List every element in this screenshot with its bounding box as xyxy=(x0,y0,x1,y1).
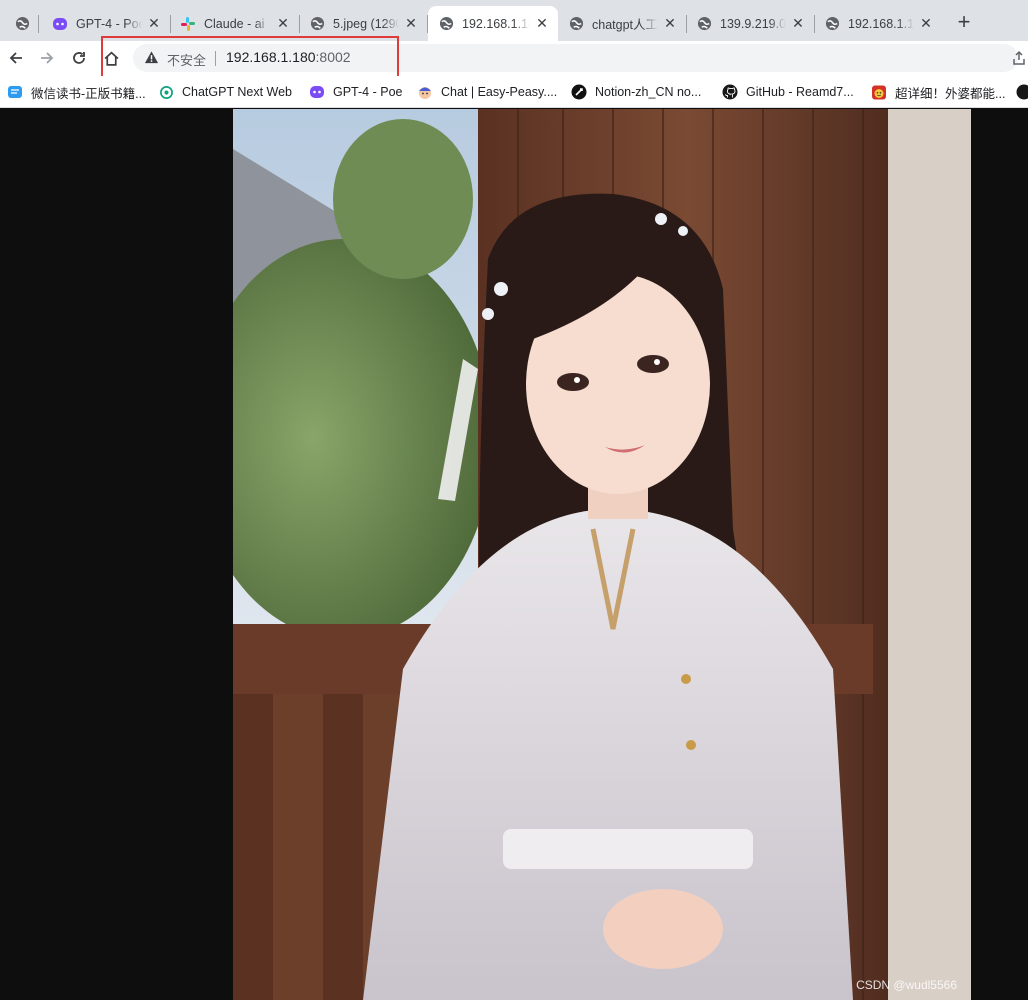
forward-arrow-icon[interactable] xyxy=(34,45,60,71)
poe-icon xyxy=(309,84,325,100)
tab-0[interactable] xyxy=(4,6,39,41)
openai-icon xyxy=(158,84,174,100)
tab-4-active[interactable]: 192.168.1.180 ✕ xyxy=(428,6,558,41)
github-icon xyxy=(1016,84,1028,100)
tab-title: 192.168.1.180 xyxy=(462,16,530,31)
globe-icon xyxy=(824,16,840,32)
globe-icon xyxy=(438,16,454,32)
bookmark-label: Notion-zh_CN no... xyxy=(595,85,702,99)
bookmark-label: 超详细！外婆都能... xyxy=(895,86,1006,101)
bookmark-notion[interactable]: Notion-zh_CN no... xyxy=(571,81,701,103)
easy-peasy-icon xyxy=(417,84,433,100)
close-icon[interactable]: ✕ xyxy=(534,15,550,32)
bookmark-github[interactable]: GitHub - Reamd7... xyxy=(722,81,854,103)
tab-title: 5.jpeg (1290 xyxy=(333,16,399,31)
bookmark-tutorial[interactable]: 超详细！外婆都能... xyxy=(871,81,1005,103)
github-icon xyxy=(722,84,738,100)
tab-5[interactable]: chatgpt人工 ✕ xyxy=(558,6,687,41)
close-icon[interactable]: ✕ xyxy=(662,15,678,32)
watermark: CSDN @wudl5566 xyxy=(856,978,957,992)
close-icon[interactable]: ✕ xyxy=(790,15,806,32)
share-icon[interactable] xyxy=(1011,50,1028,67)
portrait-illustration xyxy=(233,109,971,1000)
tab-strip: GPT-4 - Poe ✕ Claude - ai ✕ 5.jpeg (1290… xyxy=(0,0,1028,41)
globe-icon xyxy=(309,16,325,32)
tab-title: 192.168.1.18 xyxy=(848,16,914,31)
new-tab-plus-icon[interactable]: + xyxy=(951,10,977,36)
tab-title: Claude - ai xyxy=(204,16,265,31)
image-viewer: CSDN @wudl5566 xyxy=(0,109,1028,1000)
weread-icon xyxy=(7,84,23,100)
smiley-icon xyxy=(871,84,887,100)
back-arrow-icon[interactable] xyxy=(3,45,29,71)
bookmark-label: GitHub - Reamd7... xyxy=(746,85,854,99)
globe-icon xyxy=(696,16,712,32)
notion-icon xyxy=(571,84,587,100)
bookmark-gpt4-poe[interactable]: GPT-4 - Poe xyxy=(309,81,402,103)
poe-icon xyxy=(52,16,68,32)
bookmark-weread[interactable]: 微信读书-正版书籍... xyxy=(7,81,146,103)
tab-title: GPT-4 - Poe xyxy=(76,16,142,31)
close-icon[interactable]: ✕ xyxy=(275,15,291,32)
bookmark-label: GPT-4 - Poe xyxy=(333,85,403,99)
tab-7[interactable]: 192.168.1.18 ✕ xyxy=(814,6,942,41)
close-icon[interactable]: ✕ xyxy=(918,15,934,32)
bookmark-label: Chat | Easy-Peasy.... xyxy=(441,85,558,99)
bookmark-chatgpt-next-web[interactable]: ChatGPT Next Web xyxy=(158,81,292,103)
tab-6[interactable]: 139.9.219.0 ✕ xyxy=(686,6,815,41)
red-annotation-box xyxy=(101,36,399,80)
tab-title: 139.9.219.0 xyxy=(720,16,786,31)
close-icon[interactable]: ✕ xyxy=(403,15,419,32)
globe-icon xyxy=(568,16,584,32)
bookmark-label: 微信读书-正版书籍... xyxy=(31,86,146,101)
close-icon[interactable]: ✕ xyxy=(146,15,162,32)
tab-title: chatgpt人工 xyxy=(592,18,658,32)
bookmark-overflow[interactable] xyxy=(1016,81,1028,103)
portrait-photo[interactable]: CSDN @wudl5566 xyxy=(233,109,971,1000)
bookmark-label: ChatGPT Next Web xyxy=(182,85,292,99)
reload-icon[interactable] xyxy=(66,45,92,71)
bookmark-easy-peasy[interactable]: Chat | Easy-Peasy.... xyxy=(417,81,557,103)
globe-icon xyxy=(14,16,30,32)
bookmarks-bar: 微信读书-正版书籍... ChatGPT Next Web GPT-4 - Po… xyxy=(0,76,1028,108)
slack-icon xyxy=(180,16,196,32)
